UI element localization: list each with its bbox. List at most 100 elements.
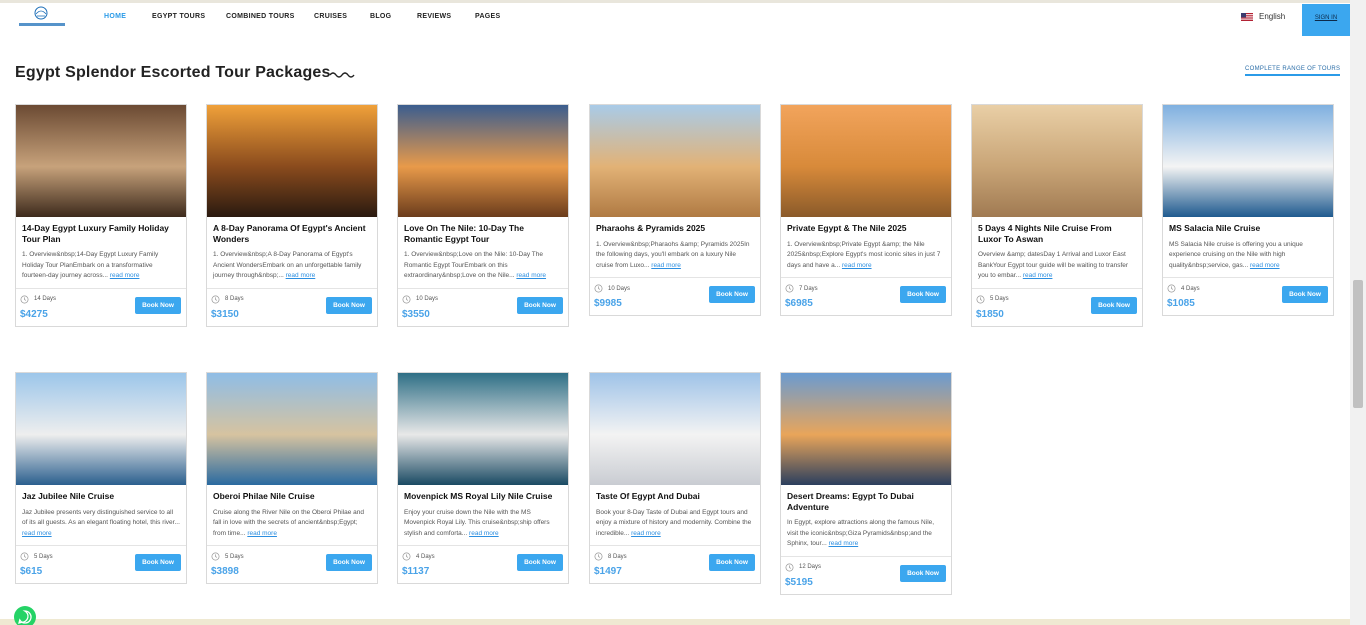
duration: 12 Days [785,563,821,572]
duration-label: 5 Days [34,553,53,560]
site-logo[interactable] [17,5,67,31]
read-more-link[interactable]: read more [842,262,872,269]
nav-egypt-tours[interactable]: EGYPT TOURS [152,13,226,20]
nav-home[interactable]: HOME [104,13,152,20]
tour-card[interactable]: MS Salacia Nile Cruise MS Salacia Nile c… [1162,104,1334,316]
read-more-link[interactable]: read more [651,262,681,269]
clock-icon [211,552,220,561]
scrollbar-thumb[interactable] [1353,280,1363,408]
card-footer: 7 Days $6985 Book Now [781,277,951,315]
card-title[interactable]: Movenpick MS Royal Lily Nile Cruise [404,491,562,502]
abu-simbel-photo[interactable] [972,105,1142,217]
card-footer: 10 Days $9985 Book Now [590,277,760,315]
tour-card[interactable]: Pharaohs & Pyramids 2025 1. Overview&nbs… [589,104,761,316]
sphinx-pyramid-photo[interactable] [590,105,760,217]
oberoi-philae-ship-photo[interactable] [207,373,377,485]
royal-lily-ship-photo[interactable] [398,373,568,485]
book-now-button[interactable]: Book Now [1282,286,1328,303]
card-footer: 4 Days $1137 Book Now [398,545,568,583]
card-title[interactable]: 5 Days 4 Nights Nile Cruise From Luxor T… [978,223,1136,244]
card-description-text: Jaz Jubilee presents very distinguished … [22,508,180,527]
tour-card[interactable]: 5 Days 4 Nights Nile Cruise From Luxor T… [971,104,1143,327]
tour-card[interactable]: Private Egypt & The Nile 2025 1. Overvie… [780,104,952,316]
card-title[interactable]: Oberoi Philae Nile Cruise [213,491,371,502]
price: $1850 [976,308,1004,320]
card-title[interactable]: 14-Day Egypt Luxury Family Holiday Tour … [22,223,180,244]
read-more-link[interactable]: read more [469,530,499,537]
read-more-link[interactable]: read more [631,530,661,537]
tour-card[interactable]: Desert Dreams: Egypt To Dubai Adventure … [780,372,952,595]
luxor-temple-columns-photo[interactable] [207,105,377,217]
us-flag-icon [1241,12,1253,21]
sphinx-sunset-photo[interactable] [781,105,951,217]
card-title[interactable]: A 8-Day Panorama Of Egypt's Ancient Wond… [213,223,371,244]
card-title[interactable]: Taste Of Egypt And Dubai [596,491,754,502]
clock-icon [976,295,985,303]
book-now-button[interactable]: Book Now [709,554,755,571]
tour-card[interactable]: Jaz Jubilee Nile Cruise Jaz Jubilee pres… [15,372,187,584]
tour-card[interactable]: Taste Of Egypt And Dubai Book your 8-Day… [589,372,761,584]
price: $1085 [1167,298,1195,309]
card-title[interactable]: Desert Dreams: Egypt To Dubai Adventure [787,491,945,512]
book-now-button[interactable]: Book Now [709,286,755,303]
card-title[interactable]: MS Salacia Nile Cruise [1169,223,1327,234]
read-more-link[interactable]: read more [516,272,546,279]
duration-label: 7 Days [799,285,818,292]
price: $5195 [785,576,813,588]
card-description: Enjoy your cruise down the Nile with the… [404,508,562,540]
card-title[interactable]: Love On The Nile: 10-Day The Romantic Eg… [404,223,562,244]
read-more-link[interactable]: read more [22,530,52,537]
complete-range-link[interactable]: COMPLETE RANGE OF TOURS [1245,66,1341,76]
book-now-button[interactable]: Book Now [900,564,946,582]
nav-cruises[interactable]: CRUISES [314,13,370,20]
book-now-button[interactable]: Book Now [135,554,181,571]
book-now-button[interactable]: Book Now [326,554,372,571]
nav-pages[interactable]: PAGES [475,13,515,20]
family-at-museum-photo[interactable] [16,105,186,217]
tour-card[interactable]: A 8-Day Panorama Of Egypt's Ancient Wond… [206,104,378,327]
duration-label: 5 Days [990,296,1009,302]
card-body: Pharaohs & Pyramids 2025 1. Overview&nbs… [590,217,760,271]
nav-combined-tours[interactable]: COMBINED TOURS [226,13,314,20]
cruise-ship-photo[interactable] [1163,105,1333,217]
tour-card[interactable]: Movenpick MS Royal Lily Nile Cruise Enjo… [397,372,569,584]
read-more-link[interactable]: read more [829,540,859,547]
tour-card[interactable]: Love On The Nile: 10-Day The Romantic Eg… [397,104,569,327]
read-more-link[interactable]: read more [247,530,277,537]
book-now-button[interactable]: Book Now [900,286,946,303]
read-more-link[interactable]: read more [1250,262,1280,269]
language-selector[interactable]: English [1241,12,1285,21]
nav-reviews[interactable]: REVIEWS [417,13,475,20]
card-footer: 10 Days $3550 Book Now [398,287,568,326]
read-more-link[interactable]: read more [110,272,140,279]
section-title: Egypt Splendor Escorted Tour Packages [15,64,331,81]
card-title[interactable]: Jaz Jubilee Nile Cruise [22,491,180,502]
duration: 4 Days [1167,284,1200,293]
read-more-link[interactable]: read more [286,272,316,279]
tour-card[interactable]: Oberoi Philae Nile Cruise Cruise along t… [206,372,378,584]
book-now-button[interactable]: Book Now [517,554,563,571]
read-more-link[interactable]: read more [1023,272,1053,279]
book-now-button[interactable]: Book Now [135,296,181,314]
pyramids-sunset-photo[interactable] [398,105,568,217]
nav-blog[interactable]: BLOG [370,13,417,20]
duration-label: 4 Days [416,553,435,560]
sign-in-button[interactable]: SIGN IN [1302,4,1350,36]
tour-card[interactable]: 14-Day Egypt Luxury Family Holiday Tour … [15,104,187,327]
card-description-text: In Egypt, explore attractions along the … [787,519,935,547]
price: $615 [20,566,43,577]
jaz-jubilee-ship-photo[interactable] [16,373,186,485]
card-title[interactable]: Pharaohs & Pyramids 2025 [596,223,754,234]
clock-icon [402,295,411,303]
book-now-button[interactable]: Book Now [1091,296,1137,314]
dubai-skyline-photo[interactable] [781,373,951,485]
book-now-button[interactable]: Book Now [326,296,372,314]
whatsapp-icon[interactable] [14,606,36,625]
card-title[interactable]: Private Egypt & The Nile 2025 [787,223,945,234]
grand-mosque-photo[interactable] [590,373,760,485]
price: $3898 [211,566,239,577]
book-now-button[interactable]: Book Now [517,296,563,314]
price: $1137 [402,566,430,577]
scrollbar[interactable] [1350,0,1366,625]
duration: 4 Days [402,552,435,561]
